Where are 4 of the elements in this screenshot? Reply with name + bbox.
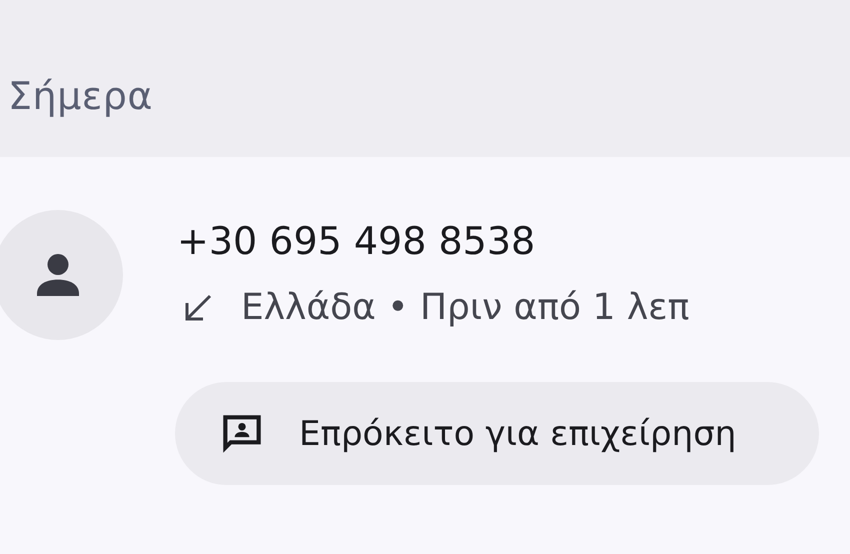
call-details: Ελλάδα • Πριν από 1 λεπ — [241, 287, 690, 328]
phone-number: +30 695 498 8538 — [177, 218, 536, 265]
section-header: Σήμερα — [8, 74, 153, 118]
business-call-chip[interactable]: Επρόκειτο για επιχείρηση — [175, 382, 819, 485]
